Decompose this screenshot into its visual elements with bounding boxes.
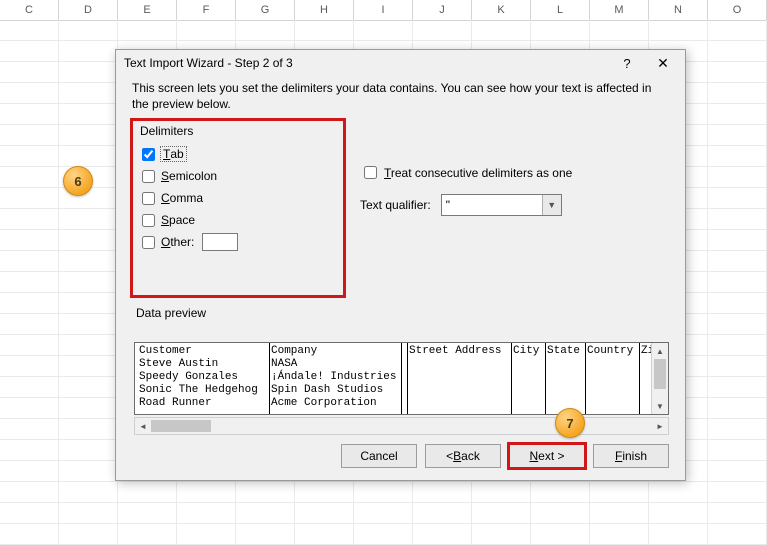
delimiter-comma-checkbox[interactable] — [142, 192, 155, 205]
column-header[interactable]: L — [531, 0, 590, 20]
delimiter-space[interactable]: Space — [142, 210, 238, 230]
column-header[interactable]: O — [708, 0, 767, 20]
preview-vertical-scrollbar[interactable]: ▲ ▼ — [651, 343, 668, 414]
callout-6: 6 — [63, 166, 93, 196]
delimiter-comma[interactable]: Comma — [142, 188, 238, 208]
treat-consecutive-checkbox[interactable] — [364, 166, 377, 179]
delimiter-tab-checkbox[interactable] — [142, 148, 155, 161]
back-button[interactable]: < Back — [425, 444, 501, 468]
delimiter-other[interactable]: Other: — [142, 232, 238, 252]
finish-button[interactable]: Finish — [593, 444, 669, 468]
text-qualifier-value: " — [446, 198, 450, 212]
delimiter-space-checkbox[interactable] — [142, 214, 155, 227]
scroll-right-icon[interactable]: ► — [652, 418, 668, 434]
text-qualifier-select[interactable]: " ▼ — [441, 194, 562, 216]
scroll-down-icon[interactable]: ▼ — [652, 398, 668, 414]
next-button[interactable]: Next > — [509, 444, 585, 468]
column-header[interactable]: C — [0, 0, 59, 20]
delimiter-tab[interactable]: Tab — [142, 144, 238, 164]
preview-column-separator — [401, 343, 402, 414]
data-preview-box: CustomerCompanyStreet AddressCityStateCo… — [134, 342, 669, 415]
preview-column-separator — [511, 343, 512, 414]
chevron-down-icon: ▼ — [542, 195, 561, 215]
column-header[interactable]: G — [236, 0, 295, 20]
scroll-thumb-vertical[interactable] — [654, 359, 666, 389]
instruction-text: This screen lets you set the delimiters … — [132, 80, 669, 112]
column-header[interactable]: D — [59, 0, 118, 20]
scroll-left-icon[interactable]: ◄ — [135, 418, 151, 434]
preview-horizontal-scrollbar[interactable]: ◄ ► — [134, 417, 669, 435]
scroll-up-icon[interactable]: ▲ — [652, 343, 668, 359]
text-qualifier-label: Text qualifier: — [360, 198, 431, 212]
delimiter-semicolon[interactable]: Semicolon — [142, 166, 238, 186]
delimiter-semicolon-checkbox[interactable] — [142, 170, 155, 183]
column-header[interactable]: E — [118, 0, 177, 20]
treat-consecutive[interactable]: Treat consecutive delimiters as one — [360, 163, 572, 182]
scroll-thumb-horizontal[interactable] — [151, 420, 211, 432]
delimiter-other-input[interactable] — [202, 233, 238, 251]
dialog-title: Text Import Wizard - Step 2 of 3 — [124, 56, 609, 70]
column-header[interactable]: K — [472, 0, 531, 20]
column-header[interactable]: N — [649, 0, 708, 20]
close-button[interactable]: ✕ — [645, 52, 681, 74]
column-header[interactable]: H — [295, 0, 354, 20]
column-header[interactable]: F — [177, 0, 236, 20]
column-header-row: CDEFGHIJKLMNO — [0, 0, 767, 21]
help-button[interactable]: ? — [609, 52, 645, 74]
text-import-wizard-dialog: Text Import Wizard - Step 2 of 3 ? ✕ Thi… — [115, 49, 686, 481]
callout-7: 7 — [555, 408, 585, 438]
preview-column-separator — [545, 343, 546, 414]
column-header[interactable]: J — [413, 0, 472, 20]
preview-column-separator — [639, 343, 640, 414]
preview-column-separator — [269, 343, 270, 414]
column-header[interactable]: I — [354, 0, 413, 20]
titlebar: Text Import Wizard - Step 2 of 3 ? ✕ — [116, 50, 685, 76]
preview-column-separator — [585, 343, 586, 414]
delimiter-other-checkbox[interactable] — [142, 236, 155, 249]
delimiters-group-label: Delimiters — [140, 124, 193, 138]
cancel-button[interactable]: Cancel — [341, 444, 417, 468]
data-preview-label: Data preview — [136, 306, 206, 320]
column-header[interactable]: M — [590, 0, 649, 20]
preview-column-separator — [407, 343, 408, 414]
